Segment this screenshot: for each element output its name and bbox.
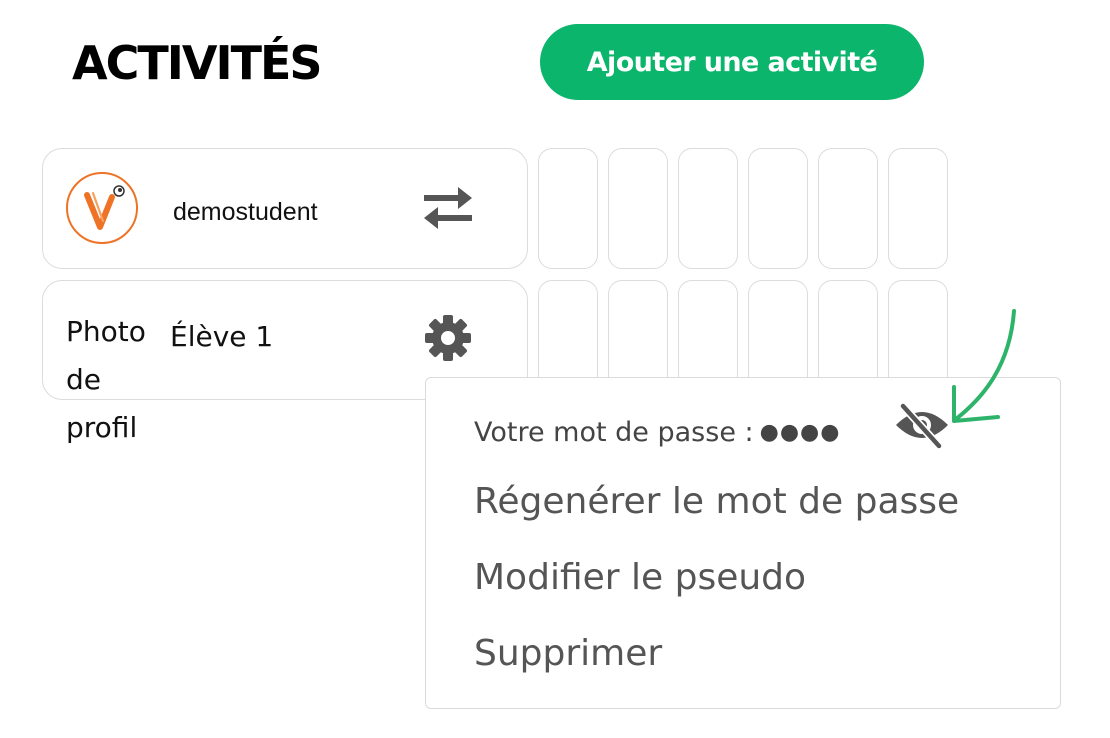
password-masked-value: ●●●● (759, 419, 841, 445)
activity-cell[interactable] (748, 148, 808, 269)
swap-arrows-icon[interactable] (420, 186, 476, 230)
menu-item-edit-username[interactable]: Modifier le pseudo (474, 554, 806, 602)
menu-item-delete[interactable]: Supprimer (474, 630, 662, 678)
activity-cell[interactable] (818, 148, 878, 269)
brand-logo-v (66, 172, 138, 244)
menu-item-regenerate-password[interactable]: Régenérer le mot de passe (474, 478, 959, 526)
page-title: ACTIVITÉS (72, 36, 322, 90)
profile-photo-placeholder: Photo de profil (66, 315, 146, 444)
gear-icon[interactable] (423, 313, 473, 363)
activity-cell[interactable] (888, 148, 948, 269)
password-label: Votre mot de passe : (474, 416, 754, 448)
add-activity-button[interactable]: Ajouter une activité (540, 24, 924, 100)
activity-cell[interactable] (678, 148, 738, 269)
username: demostudent (173, 198, 318, 226)
activity-cell[interactable] (608, 148, 668, 269)
student-name: Élève 1 (170, 320, 274, 353)
password-row: Votre mot de passe : ●●●● (474, 412, 840, 452)
eye-slash-icon[interactable] (893, 401, 951, 451)
activity-cell[interactable] (538, 148, 598, 269)
